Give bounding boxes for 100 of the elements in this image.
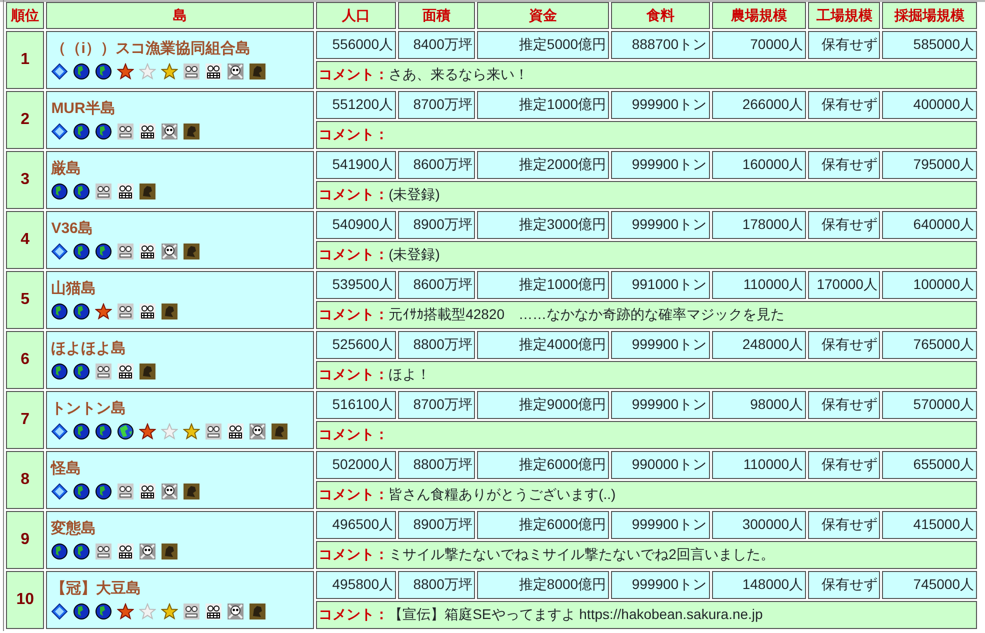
island-name: 変態島 [51, 520, 96, 539]
column-header: 工場規模 [808, 2, 880, 29]
face-icon [117, 302, 134, 320]
face-icon [183, 62, 200, 80]
stat-cell: 8600万坪 [398, 271, 476, 299]
globe-icon [95, 242, 112, 260]
stat-cell: 516100人 [316, 391, 396, 419]
stat-cell: 999900トン [611, 91, 710, 119]
stat-cell: 540900人 [316, 211, 396, 239]
stat-cell: 8800万坪 [398, 331, 476, 359]
comment-text: (未登録) [388, 246, 440, 262]
stat-cell: 8900万坪 [398, 511, 476, 539]
stat-cell: 推定3000億円 [477, 211, 610, 239]
stat-cell: 655000人 [882, 451, 977, 479]
stat-cell: 70000人 [712, 31, 806, 59]
stat-cell: 300000人 [712, 511, 806, 539]
stat-cell: 495800人 [316, 571, 396, 599]
globe-icon [51, 362, 68, 380]
stat-cell: 保有せず [808, 31, 880, 59]
stat-cell: 502000人 [316, 451, 396, 479]
globe-icon [95, 422, 112, 440]
stat-cell: 570000人 [882, 391, 977, 419]
stat-cell: 148000人 [712, 571, 806, 599]
diamond-icon [51, 422, 68, 440]
grimace-face-icon [227, 422, 244, 440]
column-header: 農場規模 [712, 2, 806, 29]
star-icon [139, 602, 156, 620]
stat-cell: 765000人 [882, 331, 977, 359]
column-header: 島 [46, 2, 314, 29]
comment-text: 元ｲｻｶ搭載型42820 ……なかなか奇跡的な確率マジックを見た [388, 306, 785, 322]
stat-cell: 795000人 [882, 151, 977, 179]
rank-cell: 4 [6, 211, 44, 269]
stat-cell: 170000人 [808, 271, 880, 299]
grimace-face-icon [205, 602, 222, 620]
face-icon [183, 602, 200, 620]
stat-cell: 541900人 [316, 151, 396, 179]
star-icon [117, 62, 134, 80]
star-icon [161, 62, 178, 80]
face-icon [205, 422, 222, 440]
island-name: MUR半島 [51, 100, 116, 119]
grimace-face-icon [139, 302, 156, 320]
diamond-icon [51, 122, 68, 140]
stat-cell: 110000人 [712, 271, 806, 299]
rank-cell: 2 [6, 91, 44, 149]
star-icon [183, 422, 200, 440]
stat-cell: 551200人 [316, 91, 396, 119]
face-icon [95, 362, 112, 380]
stat-cell: 525600人 [316, 331, 396, 359]
face-icon [95, 182, 112, 200]
stat-cell: 8800万坪 [398, 451, 476, 479]
globe-icon [73, 122, 90, 140]
skull-icon [161, 482, 178, 500]
column-header: 資金 [477, 2, 610, 29]
rank-cell: 1 [6, 31, 44, 89]
globe-icon [73, 602, 90, 620]
stat-cell: 保有せず [808, 151, 880, 179]
island-name: 厳島 [51, 160, 82, 179]
stat-cell: 640000人 [882, 211, 977, 239]
comment-text: ほよ！ [388, 366, 431, 382]
rank-cell: 6 [6, 331, 44, 389]
star-icon [161, 422, 178, 440]
globe-icon [117, 422, 134, 440]
globe-icon [73, 182, 90, 200]
stat-cell: 999900トン [611, 211, 710, 239]
diamond-icon [51, 242, 68, 260]
rank-cell: 8 [6, 451, 44, 509]
column-header: 面積 [398, 2, 476, 29]
stat-cell: 8800万坪 [398, 571, 476, 599]
stat-cell: 888700トン [611, 31, 710, 59]
diamond-icon [51, 62, 68, 80]
comment-text: ミサイル撃たないでねミサイル撃たないでね2回言いました。 [388, 546, 774, 562]
stat-cell: 8900万坪 [398, 211, 476, 239]
grimace-face-icon [117, 542, 134, 560]
globe-icon [73, 62, 90, 80]
stat-cell: 推定1000億円 [477, 271, 610, 299]
rank-cell: 3 [6, 151, 44, 209]
globe-icon [73, 242, 90, 260]
star-icon [139, 422, 156, 440]
comment-label: コメント： [318, 186, 389, 202]
star-icon [161, 602, 178, 620]
comment-label: コメント： [318, 246, 389, 262]
island-name: 怪島 [51, 460, 82, 479]
comment-label: コメント： [318, 306, 389, 322]
island-name: トントン島 [51, 400, 126, 419]
face-icon [117, 122, 134, 140]
stat-cell: 539500人 [316, 271, 396, 299]
rank-cell: 10 [6, 571, 44, 629]
comment-label: コメント： [318, 606, 389, 622]
stat-cell: 266000人 [712, 91, 806, 119]
star-icon [95, 302, 112, 320]
stat-cell: 999900トン [611, 391, 710, 419]
stat-cell: 推定6000億円 [477, 511, 610, 539]
island-name: ほよほよ島 [51, 340, 126, 359]
stat-cell: 保有せず [808, 91, 880, 119]
stat-cell: 248000人 [712, 331, 806, 359]
stat-cell: 推定4000億円 [477, 331, 610, 359]
stat-cell: 999900トン [611, 151, 710, 179]
grimace-face-icon [205, 62, 222, 80]
comment-text: (未登録) [388, 186, 440, 202]
star-icon [117, 602, 134, 620]
